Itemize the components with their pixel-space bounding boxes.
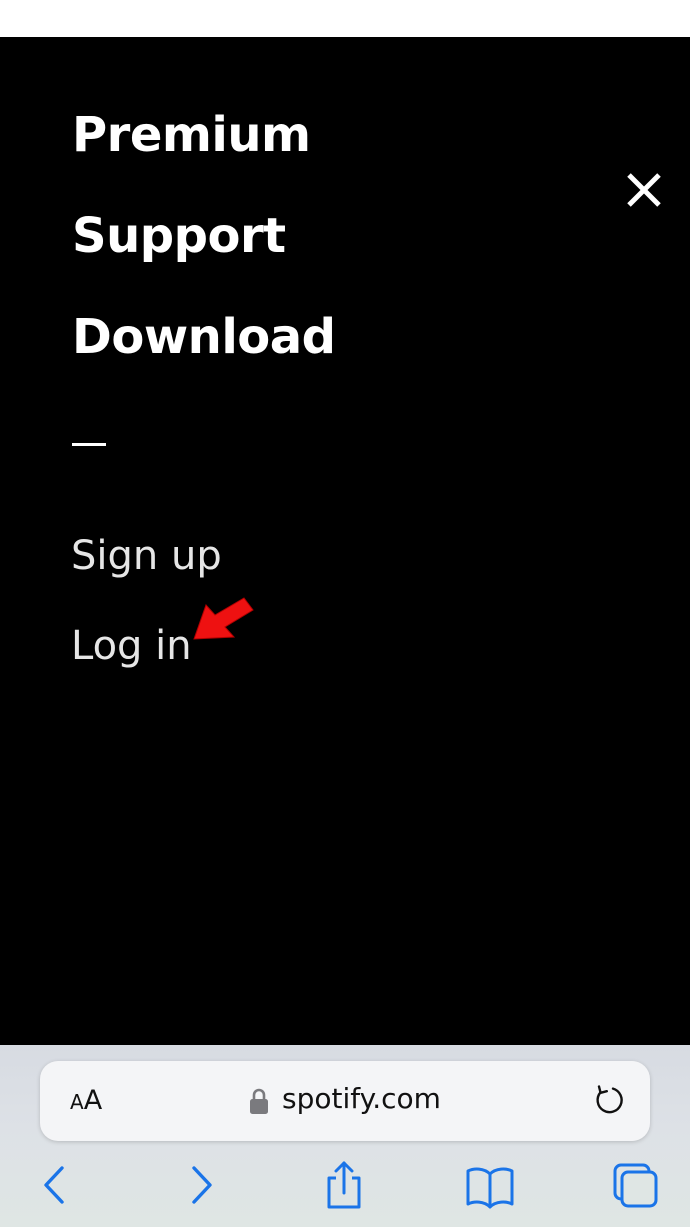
tabs-icon[interactable] [608, 1160, 660, 1210]
reload-icon[interactable] [592, 1083, 626, 1117]
lock-icon [250, 1088, 268, 1114]
text-size-large-label: A [83, 1085, 103, 1116]
menu-divider [72, 443, 106, 446]
back-icon[interactable] [36, 1160, 72, 1210]
text-size-small-label: A [70, 1090, 84, 1114]
share-icon[interactable] [322, 1160, 366, 1210]
url-text[interactable]: spotify.com [282, 1085, 441, 1113]
bookmarks-icon[interactable] [464, 1160, 516, 1210]
forward-icon[interactable] [184, 1160, 220, 1210]
browser-screen: Premium Support Download Sign up Log in … [0, 0, 690, 1227]
red-arrow-annotation [193, 597, 254, 640]
nav-link-support[interactable]: Support [72, 212, 286, 260]
text-size-button[interactable]: AA [70, 1087, 102, 1114]
nav-link-download[interactable]: Download [72, 313, 336, 361]
sign-up-link[interactable]: Sign up [71, 536, 222, 576]
log-in-link[interactable]: Log in [71, 626, 192, 666]
status-bar-area [0, 0, 690, 37]
close-icon[interactable] [622, 168, 666, 212]
nav-link-premium[interactable]: Premium [72, 111, 311, 159]
